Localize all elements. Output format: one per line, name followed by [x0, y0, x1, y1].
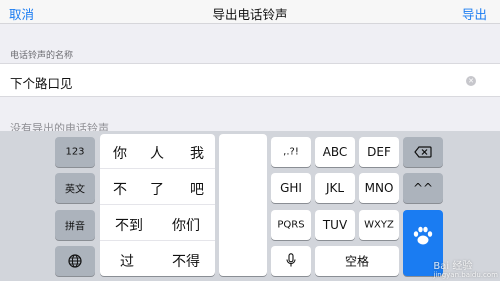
- clear-icon[interactable]: ✕: [466, 76, 476, 86]
- globe-icon: [68, 254, 82, 268]
- candidate-row: 不 了 吧: [100, 170, 215, 205]
- globe-key[interactable]: [55, 246, 95, 276]
- candidate-word[interactable]: 不到: [115, 215, 143, 235]
- pinyin-key[interactable]: 拼音: [55, 210, 95, 240]
- mno-key[interactable]: MNO: [359, 173, 399, 203]
- candidate-word[interactable]: 你们: [172, 215, 200, 235]
- microphone-key[interactable]: [271, 246, 311, 276]
- candidate-word[interactable]: 过: [120, 251, 134, 271]
- ringtone-name-section-label: 电话铃声的名称: [10, 51, 74, 61]
- backspace-icon: [414, 146, 432, 158]
- ringtone-name-field[interactable]: 下个路口见 ✕: [0, 63, 500, 97]
- candidate-word[interactable]: 了: [150, 179, 164, 199]
- candidate-row: 过 不得: [100, 242, 215, 277]
- navigation-bar: 取消 导出电话铃声 导出: [0, 0, 500, 24]
- space-key[interactable]: 空格: [315, 246, 399, 276]
- punctuation-key[interactable]: ,.?!: [271, 137, 311, 167]
- emoticon-key[interactable]: ^^: [403, 173, 443, 203]
- wxyz-key[interactable]: WXYZ: [359, 210, 399, 240]
- candidate-word[interactable]: 不: [113, 179, 127, 199]
- watermark: Bai 经验 jingyan.baidu.com: [433, 257, 498, 279]
- candidate-word[interactable]: 不得: [172, 251, 200, 271]
- watermark-url: jingyan.baidu.com: [433, 271, 498, 279]
- candidate-word[interactable]: 人: [150, 143, 164, 163]
- page-title: 导出电话铃声: [212, 7, 288, 22]
- ghi-key[interactable]: GHI: [271, 173, 311, 203]
- microphone-icon: [286, 253, 296, 267]
- pqrs-key[interactable]: PQRS: [271, 210, 311, 240]
- candidate-row: 你 人 我: [100, 134, 215, 169]
- export-button[interactable]: 导出: [462, 4, 487, 23]
- def-key[interactable]: DEF: [359, 137, 399, 167]
- candidate-panel: 你 人 我 不 了 吧 不到 你们 过 不得: [100, 134, 215, 276]
- tuv-key[interactable]: TUV: [315, 210, 355, 240]
- paw-icon: [413, 226, 433, 245]
- candidate-row: 不到 你们: [100, 206, 215, 241]
- candidate-more-panel[interactable]: [219, 134, 267, 276]
- ringtone-name-input[interactable]: 下个路口见: [10, 73, 73, 92]
- abc-key[interactable]: ABC: [315, 137, 355, 167]
- numbers-key[interactable]: 123: [55, 137, 95, 167]
- candidate-word[interactable]: 你: [113, 143, 127, 163]
- english-key[interactable]: 英文: [55, 173, 95, 203]
- candidate-word[interactable]: 我: [190, 143, 204, 163]
- delete-key[interactable]: [403, 137, 443, 167]
- jkl-key[interactable]: JKL: [315, 173, 355, 203]
- candidate-word[interactable]: 吧: [190, 179, 204, 199]
